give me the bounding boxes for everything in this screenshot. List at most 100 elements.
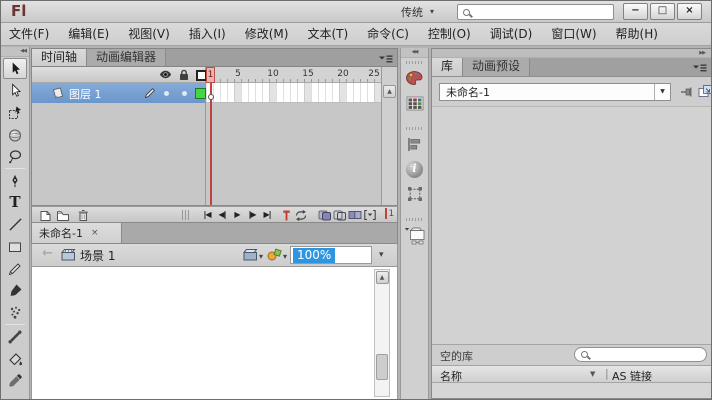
brush-tool[interactable] [3, 280, 27, 301]
scroll-up-button[interactable]: ▲ [376, 271, 389, 284]
pencil-tool[interactable] [3, 258, 27, 279]
deco-spray-tool[interactable] [3, 302, 27, 323]
tab-motion-presets[interactable]: 动画预设 [463, 58, 530, 76]
menu-item-help[interactable]: 帮助(H) [611, 23, 663, 45]
collapse-to-icons-icon[interactable]: ▶▶ [699, 50, 705, 57]
playhead-line[interactable] [210, 83, 212, 205]
new-layer-button[interactable] [37, 208, 53, 222]
menu-item-edit[interactable]: 编辑(E) [63, 23, 114, 45]
tab-library[interactable]: 库 [432, 58, 463, 76]
selection-tool[interactable] [3, 58, 27, 79]
menu-item-debug[interactable]: 调试(D) [485, 23, 538, 45]
minimize-button[interactable]: − [623, 3, 648, 20]
menu-item-commands[interactable]: 命令(C) [362, 23, 414, 45]
dropdown-arrow-icon[interactable]: ▼ [654, 84, 670, 100]
stage-canvas[interactable]: ▲ [31, 267, 398, 399]
bone-tool[interactable] [3, 326, 27, 347]
menu-item-window[interactable]: 窗口(W) [546, 23, 601, 45]
edit-symbol-button[interactable]: ▾ [267, 248, 287, 261]
close-button[interactable]: × [677, 3, 702, 20]
library-document-dropdown[interactable]: 未命名-1 ▼ [439, 83, 671, 101]
scroll-up-button[interactable]: ▲ [383, 85, 396, 98]
color-panel-button[interactable] [402, 66, 427, 90]
eraser-tool[interactable] [3, 392, 27, 400]
zoom-dropdown-icon[interactable]: ▾ [379, 250, 384, 260]
layer-lock-dot[interactable] [182, 91, 187, 96]
layer-name[interactable]: 图层 1 [69, 86, 102, 102]
rectangle-tool[interactable] [3, 236, 27, 257]
document-tab[interactable]: 未命名-1 × [32, 223, 122, 243]
library-search-input[interactable] [592, 349, 712, 360]
new-folder-button[interactable] [55, 208, 71, 222]
column-header-name[interactable]: 名称 [440, 368, 462, 384]
document-tab-bar: 未命名-1 × [31, 223, 398, 244]
goto-first-frame-button[interactable]: |◀ [200, 208, 214, 222]
play-button[interactable]: ▶ [230, 208, 244, 222]
scrollbar-thumb[interactable] [376, 354, 388, 380]
3d-rotation-tool[interactable] [3, 124, 27, 145]
onion-skin-button[interactable] [317, 208, 333, 222]
timeline-scrollbar[interactable]: ▲ [381, 67, 397, 205]
edit-scene-button[interactable]: ▾ [243, 248, 263, 261]
subselection-tool[interactable] [3, 80, 27, 101]
text-tool[interactable]: T [3, 192, 27, 213]
align-panel-button[interactable] [402, 132, 427, 156]
maximize-button[interactable]: □ [650, 3, 675, 20]
loop-button[interactable] [293, 208, 309, 222]
menu-item-view[interactable]: 视图(V) [123, 23, 175, 45]
dock-gripper [406, 218, 424, 221]
modify-markers-button[interactable] [362, 208, 378, 222]
step-forward-button[interactable]: |▶ [245, 208, 259, 222]
layer-outline-color-swatch[interactable] [195, 88, 206, 99]
menu-item-insert[interactable]: 插入(I) [184, 23, 231, 45]
info-panel-button[interactable]: i [402, 157, 427, 181]
empty-keyframe-icon[interactable] [208, 94, 214, 100]
center-frame-button[interactable] [278, 208, 294, 222]
tab-motion-editor[interactable]: 动画编辑器 [87, 49, 166, 66]
lasso-tool[interactable] [3, 146, 27, 167]
timeline-panel-menu-icon[interactable] [379, 54, 393, 64]
search-icon [581, 351, 588, 358]
eyedropper-tool[interactable] [3, 370, 27, 391]
menu-item-file[interactable]: 文件(F) [4, 23, 54, 45]
onion-skin-outlines-button[interactable] [332, 208, 348, 222]
swatches-panel-button[interactable] [402, 91, 427, 115]
layer-row[interactable]: 图层 1 [32, 83, 205, 103]
layer-frame-row[interactable] [206, 83, 381, 103]
layer-visibility-dot[interactable] [164, 91, 169, 96]
zoom-level-combo[interactable]: 100% [290, 246, 372, 264]
stage-vertical-scrollbar[interactable]: ▲ [374, 269, 390, 397]
column-divider: | [605, 367, 609, 380]
menu-item-control[interactable]: 控制(O) [423, 23, 476, 45]
global-search-box[interactable] [457, 4, 614, 20]
dock-gripper [406, 127, 424, 130]
tab-timeline[interactable]: 时间轴 [32, 49, 87, 66]
line-tool[interactable] [3, 214, 27, 235]
pen-tool[interactable] [3, 170, 27, 191]
library-search-box[interactable] [574, 347, 707, 362]
column-header-as-linkage[interactable]: AS 链接 [612, 368, 652, 384]
components-panel-button[interactable] [402, 223, 427, 247]
back-arrow-icon[interactable]: ← [42, 246, 53, 261]
show-hide-all-layers-icon[interactable] [159, 70, 172, 79]
library-panel-menu-icon[interactable] [693, 63, 707, 73]
delete-layer-button[interactable] [75, 208, 91, 222]
pin-library-button[interactable] [680, 86, 693, 98]
step-back-button[interactable]: ◀| [215, 208, 229, 222]
menu-item-text[interactable]: 文本(T) [302, 23, 353, 45]
collapse-tools-icon[interactable]: ◀◀ [1, 47, 29, 57]
lock-all-layers-icon[interactable] [179, 69, 189, 81]
close-tab-icon[interactable]: × [91, 228, 99, 238]
expand-panels-icon[interactable]: ◀◀ [401, 48, 428, 58]
frame-ruler[interactable]: 1 5 10 15 20 25 [206, 67, 381, 83]
playhead-marker[interactable]: 1 [206, 67, 215, 83]
goto-last-frame-button[interactable]: ▶| [260, 208, 274, 222]
new-library-panel-button[interactable] [698, 84, 712, 98]
workspace-switcher[interactable]: 传统 ▾ [395, 4, 440, 20]
global-search-input[interactable] [474, 6, 613, 18]
menu-item-modify[interactable]: 修改(M) [240, 23, 294, 45]
edit-multiple-frames-button[interactable] [347, 208, 363, 222]
paint-bucket-tool[interactable] [3, 348, 27, 369]
transform-panel-button[interactable] [402, 182, 427, 206]
free-transform-tool[interactable] [3, 102, 27, 123]
